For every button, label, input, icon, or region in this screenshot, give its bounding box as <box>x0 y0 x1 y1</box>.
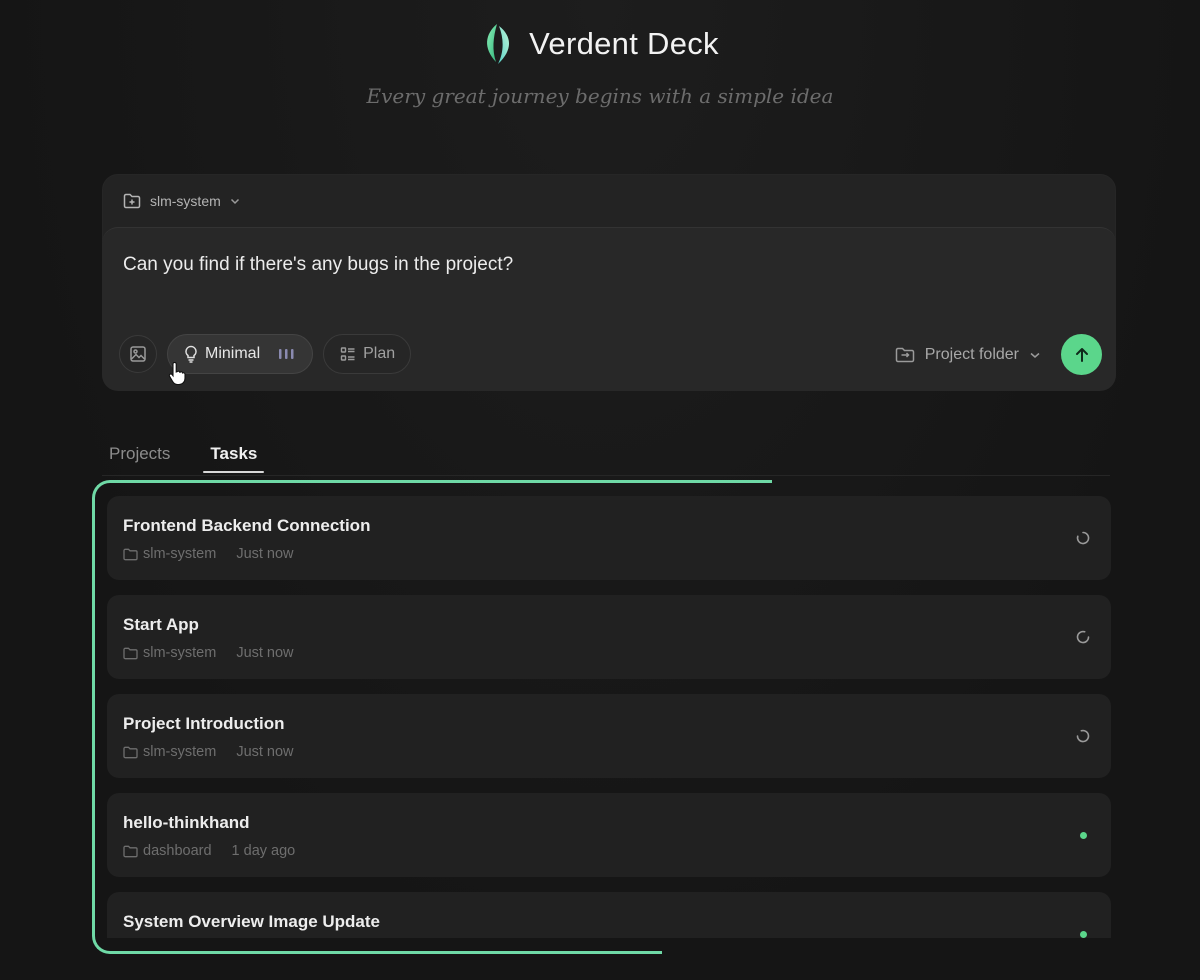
task-time: 1 day ago <box>231 843 296 859</box>
task-title: Project Introduction <box>123 714 285 733</box>
send-button[interactable] <box>1061 334 1102 375</box>
folder-icon <box>123 845 138 857</box>
list-checklist-icon <box>340 347 355 361</box>
mode-label: Minimal <box>205 345 261 362</box>
image-icon <box>130 346 146 362</box>
task-list: Frontend Backend Connection slm-system J… <box>107 496 1111 938</box>
task-project-name: slm-system <box>143 546 217 562</box>
task-status <box>1075 827 1091 843</box>
spinner-icon <box>1076 630 1090 644</box>
project-folder-label: Project folder <box>924 345 1019 363</box>
folder-swap-icon <box>895 347 914 362</box>
task-project: dashboard <box>123 843 212 859</box>
chevron-down-icon <box>1030 352 1040 358</box>
plan-button[interactable]: Plan <box>323 334 412 374</box>
project-selector[interactable]: slm-system <box>123 193 240 209</box>
tab-tasks[interactable]: Tasks <box>203 444 265 473</box>
lightbulb-icon <box>185 345 197 363</box>
task-card[interactable]: Frontend Backend Connection slm-system J… <box>107 496 1111 580</box>
task-meta: slm-system Just now <box>123 546 294 562</box>
task-time: Just now <box>236 645 294 661</box>
task-time: Just now <box>236 546 294 562</box>
task-project-name: slm-system <box>143 645 217 661</box>
plan-label: Plan <box>363 345 396 362</box>
tab-projects[interactable]: Projects <box>109 444 170 472</box>
status-dot-icon <box>1079 831 1087 839</box>
chevron-down-icon <box>230 198 239 205</box>
folder-icon <box>123 647 138 659</box>
tagline: Every great journey begins with a simple… <box>366 84 834 108</box>
task-card[interactable]: System Overview Image Update <box>107 892 1111 938</box>
task-status <box>1075 728 1091 744</box>
prompt-composer: slm-system Can you find if there's any b… <box>102 174 1116 391</box>
task-project: slm-system <box>123 546 216 562</box>
project-selector-label: slm-system <box>150 193 221 209</box>
task-title: hello-thinkhand <box>123 813 250 832</box>
level-bars-icon <box>279 349 294 359</box>
highlight-frame-gap <box>662 946 782 956</box>
task-project: slm-system <box>123 645 216 661</box>
spinner-icon <box>1076 531 1090 545</box>
brand-header: Verdent Deck <box>0 22 1200 66</box>
mode-minimal-button[interactable]: Minimal <box>167 334 314 374</box>
status-dot-icon <box>1079 930 1087 938</box>
view-tabs: Projects Tasks <box>109 444 265 473</box>
task-status <box>1075 629 1091 645</box>
task-meta: slm-system Just now <box>123 744 294 760</box>
folder-icon <box>123 746 138 758</box>
tabs-divider <box>102 475 1110 476</box>
composer-toolbar: Minimal Plan <box>119 334 412 374</box>
task-card[interactable]: Project Introduction slm-system Just now <box>107 694 1111 778</box>
task-project: slm-system <box>123 744 216 760</box>
task-project-name: dashboard <box>143 843 212 859</box>
attach-image-button[interactable] <box>119 335 157 373</box>
task-project-name: slm-system <box>143 744 217 760</box>
task-status <box>1075 926 1091 938</box>
task-card[interactable]: Start App slm-system Just now <box>107 595 1111 679</box>
project-folder-selector[interactable]: Project folder <box>895 346 1041 364</box>
task-meta: dashboard 1 day ago <box>123 843 295 859</box>
task-title: Frontend Backend Connection <box>123 516 371 535</box>
task-title: System Overview Image Update <box>123 912 381 931</box>
spinner-icon <box>1076 729 1090 743</box>
folder-plus-icon <box>123 193 141 209</box>
leaf-logo-icon <box>487 24 510 64</box>
prompt-area: Can you find if there's any bugs in the … <box>102 227 1116 391</box>
app-title: Verdent Deck <box>529 26 719 61</box>
task-status <box>1075 530 1091 546</box>
folder-icon <box>123 548 138 560</box>
prompt-input[interactable]: Can you find if there's any bugs in the … <box>123 254 1023 276</box>
task-title: Start App <box>123 615 199 634</box>
app-page: Verdent Deck Every great journey begins … <box>0 0 1200 980</box>
task-card[interactable]: hello-thinkhand dashboard 1 day ago <box>107 793 1111 877</box>
task-meta: slm-system Just now <box>123 645 294 661</box>
arrow-up-icon <box>1075 347 1088 362</box>
task-time: Just now <box>236 744 294 760</box>
composer-right-tools: Project folder <box>895 334 1102 375</box>
